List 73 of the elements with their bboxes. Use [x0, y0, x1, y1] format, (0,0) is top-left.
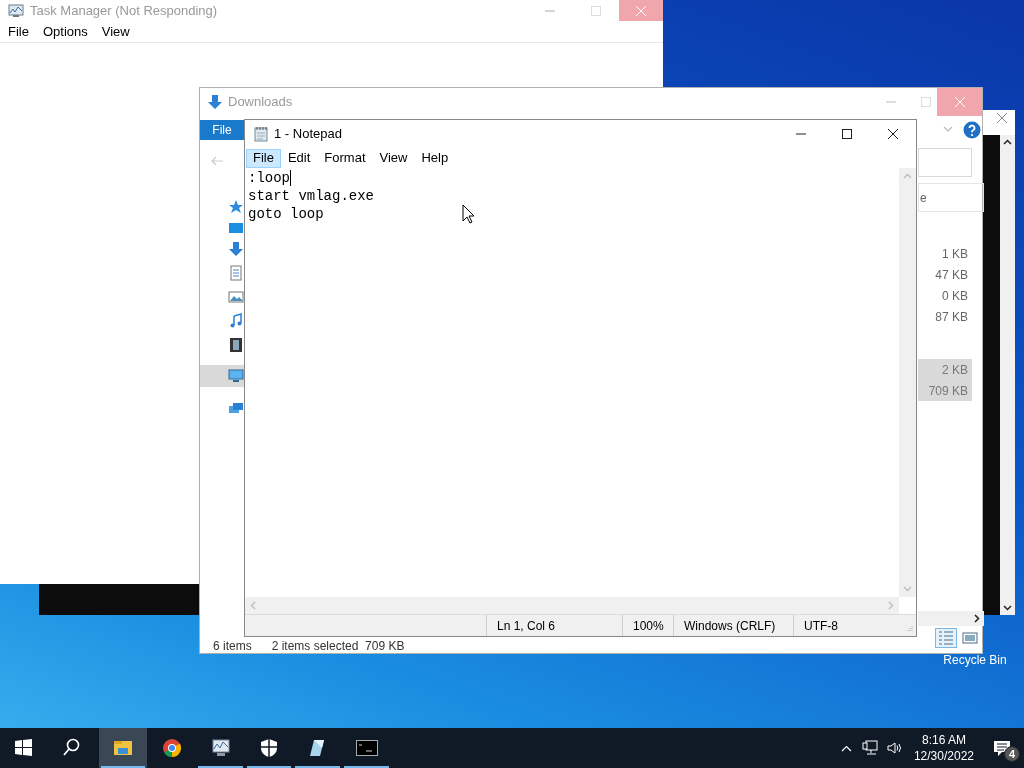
size-cell: 2 KB [918, 359, 972, 380]
text-line: :loop [248, 169, 290, 187]
start-icon [14, 738, 34, 758]
window-title: 1 - Notepad [274, 125, 343, 144]
download-icon [207, 94, 223, 110]
scrollbar[interactable] [918, 611, 984, 626]
quick-access-icon [228, 199, 244, 215]
text-line: start vmlag.exe [248, 187, 375, 205]
status-text: UTF-8 [804, 617, 838, 635]
notification-button[interactable]: 4 [980, 728, 1024, 768]
documents-icon [228, 265, 244, 281]
status-text: 6 items [213, 639, 252, 653]
scrollbar[interactable] [245, 597, 899, 614]
column-header[interactable]: e [918, 183, 984, 212]
window-title: Downloads [228, 93, 294, 112]
scroll-left-icon[interactable] [250, 601, 256, 610]
chevron-down-icon[interactable] [943, 126, 953, 132]
downloads-icon [228, 241, 244, 257]
notification-badge: 4 [1004, 746, 1020, 762]
text-line: goto loop [248, 205, 324, 223]
size-cell-text: 87 KB [934, 308, 969, 326]
menu-item[interactable]: Edit [280, 148, 318, 168]
menu-item[interactable]: Options [35, 21, 95, 42]
status-text: 100% [633, 617, 664, 635]
size-cell-text: 47 KB [934, 266, 969, 284]
back-arrow-icon[interactable] [210, 156, 224, 166]
network-icon[interactable] [861, 740, 878, 756]
chevron-up-icon[interactable] [840, 744, 852, 752]
help-icon[interactable] [963, 121, 981, 139]
menu-item[interactable]: View [94, 21, 137, 42]
desktop-icon-label[interactable]: Recycle Bin [935, 651, 1015, 669]
menu-item[interactable]: View [372, 148, 415, 168]
size-cell-text: 0 KB [941, 287, 969, 305]
resize-grip-icon[interactable] [904, 624, 913, 633]
text-area[interactable]: :loop start vmlag.exe goto loop [245, 168, 899, 597]
menu-item[interactable]: File [246, 148, 281, 168]
scroll-up-icon[interactable] [1003, 139, 1012, 145]
details-view-icon [938, 630, 954, 646]
scrollbar[interactable] [1000, 135, 1015, 615]
search-field[interactable] [918, 148, 972, 177]
close-icon[interactable] [888, 129, 898, 139]
explorer-icon [113, 738, 133, 758]
chrome-icon [161, 738, 182, 758]
view-button[interactable] [935, 628, 957, 648]
close-button[interactable] [619, 0, 663, 21]
size-cell-text: 1 KB [941, 245, 969, 263]
status-text: Windows (CRLF) [684, 617, 776, 635]
task-manager-icon [210, 738, 231, 758]
this-pc-icon [228, 368, 244, 384]
text-cursor [290, 170, 291, 186]
desktop-icon [228, 220, 244, 236]
maximize-icon[interactable] [842, 129, 852, 139]
music-icon [228, 313, 244, 329]
status-text: 2 items selected 709 KB [271, 639, 405, 653]
notepad-icon [253, 126, 269, 142]
mouse-pointer-icon [462, 204, 475, 224]
terminal-icon [355, 738, 378, 758]
size-cell: 709 KB [918, 380, 972, 401]
window-title: Task Manager (Not Responding) [30, 1, 219, 20]
large-icons-view-icon [962, 630, 978, 646]
speaker-icon[interactable] [885, 740, 902, 756]
clock[interactable]: 8:16 AM 12/30/2022 [907, 732, 980, 764]
security-icon [259, 738, 279, 758]
menu-item[interactable]: Help [414, 148, 456, 168]
search-icon [62, 738, 82, 758]
scroll-down-icon[interactable] [1003, 605, 1012, 611]
ribbon-tab[interactable]: File [200, 120, 244, 140]
menu-item[interactable]: Format [317, 148, 373, 168]
status-text: Ln 1, Col 6 [497, 617, 556, 635]
videos-icon [228, 337, 244, 353]
task-manager-icon [8, 3, 24, 18]
scroll-right-icon[interactable] [974, 614, 980, 623]
menu-item[interactable]: File [1, 21, 36, 42]
